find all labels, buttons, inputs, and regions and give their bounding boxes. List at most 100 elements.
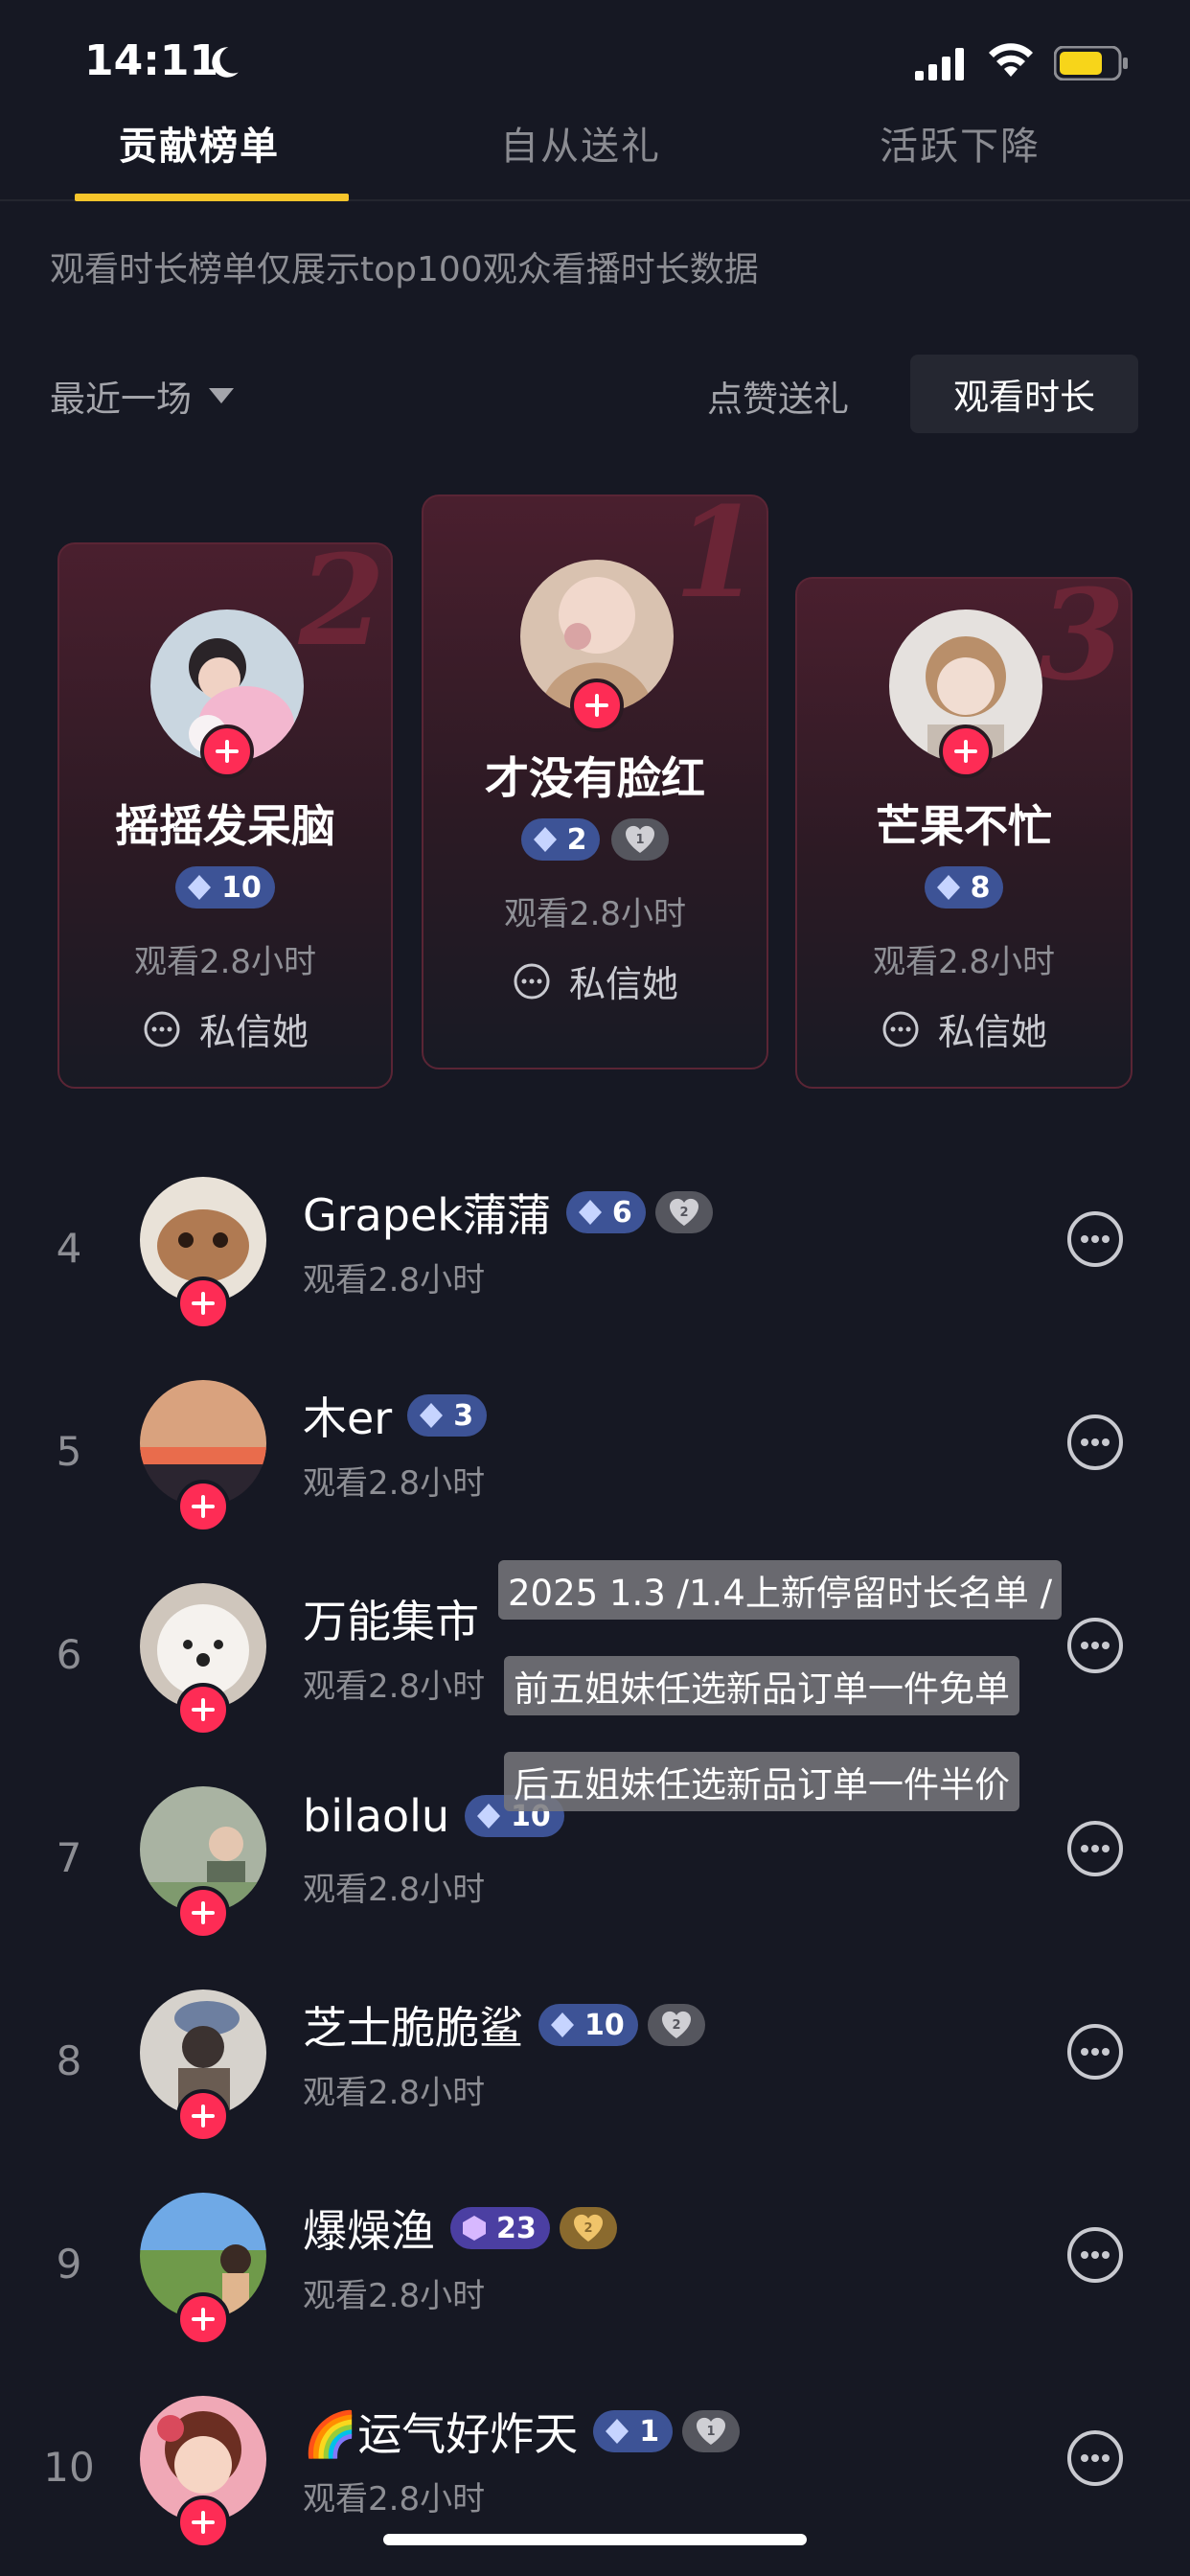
rank-number: 6: [56, 1631, 82, 1678]
message-label: 私信她: [198, 1011, 309, 1053]
follow-button[interactable]: [176, 1276, 230, 1330]
overlay-caption: 后五姐妹任选新品订单一件半价: [504, 1752, 1019, 1811]
diamond-icon: [533, 827, 557, 852]
fan-heart-badge: 1: [611, 818, 670, 861]
viewer-name: 🌈运气好炸天: [303, 2408, 579, 2460]
wifi-icon: [989, 43, 1033, 77]
tab-gifting[interactable]: 自从送礼: [500, 115, 661, 171]
fan-heart-badge: 1: [682, 2410, 741, 2452]
badges: 2 1: [423, 818, 767, 861]
name-line: 🌈运气好炸天 1 1: [303, 2400, 741, 2463]
follow-button[interactable]: [200, 724, 254, 778]
level-badge: 10: [538, 2004, 638, 2046]
viewer-name: 爆燥渔: [303, 2205, 435, 2257]
follow-button[interactable]: [176, 2089, 230, 2143]
list-item[interactable]: 10 🌈运气好炸天 1 1 观看2.8小时: [0, 2396, 1190, 2576]
heart-icon: 1: [626, 825, 655, 853]
list-item[interactable]: 7 bilaolu 10 观看2.8小时: [0, 1786, 1190, 1990]
svg-text:1: 1: [707, 2425, 716, 2439]
message-label: 私信她: [568, 963, 678, 1005]
follow-button[interactable]: [570, 678, 624, 732]
list-item[interactable]: 9 爆燥渔 23 2 观看2.8小时: [0, 2193, 1190, 2396]
overlay-caption: 2025 1.3 /1.4上新停留时长名单 /: [498, 1560, 1063, 1620]
plus-icon: [192, 2511, 215, 2534]
tab-activity-drop[interactable]: 活跃下降: [880, 115, 1041, 171]
level-value: 2: [566, 822, 587, 857]
level-value: 1: [639, 2414, 660, 2449]
plus-icon: [192, 1292, 215, 1315]
diamond-icon: [188, 875, 212, 900]
watch-duration: 观看2.8小时: [303, 2480, 486, 2518]
chat-bubble-icon[interactable]: [1065, 1209, 1125, 1269]
level-badge: 2: [520, 818, 601, 861]
moon-icon: [212, 47, 239, 78]
fan-heart-badge: 2: [654, 1191, 713, 1233]
chat-bubble-icon[interactable]: [1065, 2225, 1125, 2285]
follow-button[interactable]: [176, 1886, 230, 1940]
battery-icon: [1054, 46, 1128, 80]
follow-button[interactable]: [176, 2292, 230, 2346]
watch-duration: 观看2.8小时: [303, 1871, 486, 1909]
chat-bubble-icon[interactable]: [1065, 1413, 1125, 1472]
diamond-icon: [606, 2419, 629, 2444]
heart-icon: 2: [661, 2011, 691, 2038]
list-item[interactable]: 5 木er 3 观看2.8小时: [0, 1380, 1190, 1583]
heart-icon: 1: [697, 2417, 726, 2445]
level-value: 3: [453, 1398, 474, 1433]
viewer-name: 芝士脆脆鲨: [303, 2002, 523, 2054]
rank-number: 7: [56, 1834, 82, 1881]
message-button[interactable]: 私信她: [423, 954, 767, 1007]
viewer-name: 万能集市: [303, 1596, 479, 1647]
name-line: 芝士脆脆鲨 10 2: [303, 1993, 705, 2057]
rank-number: 1: [674, 494, 761, 626]
watch-duration: 观看2.8小时: [303, 1261, 486, 1300]
tab-bar: 贡献榜单 自从送礼 活跃下降: [0, 105, 1190, 201]
chat-bubble-icon: [144, 1011, 180, 1046]
follow-button[interactable]: [176, 2496, 230, 2549]
tab-contribution[interactable]: 贡献榜单: [119, 115, 280, 171]
diamond-icon: [420, 1403, 444, 1428]
podium-card-rank-3: 3 芒果不忙 8 观看2.8小时 私信她: [795, 577, 1133, 1089]
list-item[interactable]: 8 芝士脆脆鲨 10 2 观看2.8小时: [0, 1990, 1190, 2193]
session-filter-label: 最近一场: [50, 379, 192, 420]
name-line: Grapek蒲蒲 6 2: [303, 1181, 713, 1244]
rank-number: 4: [56, 1225, 82, 1272]
podium-card-rank-2: 2 摇摇发呆脑 10 观看2.8小时 私信她: [57, 542, 393, 1089]
plus-icon: [192, 2104, 215, 2128]
svg-text:2: 2: [679, 1206, 688, 1220]
sort-like-gift-button[interactable]: 点赞送礼: [707, 370, 849, 422]
level-value: 10: [584, 2008, 625, 2042]
home-indicator: [383, 2534, 807, 2545]
rank-number: 5: [56, 1428, 82, 1475]
follow-button[interactable]: [176, 1480, 230, 1533]
session-filter-dropdown[interactable]: 最近一场: [50, 370, 234, 422]
name-line: 木er 3: [303, 1384, 488, 1447]
chat-bubble-icon[interactable]: [1065, 1616, 1125, 1675]
name-line: 万能集市: [303, 1587, 485, 1650]
chat-bubble-icon[interactable]: [1065, 2428, 1125, 2488]
badges: 8: [797, 866, 1131, 908]
plus-icon: [585, 694, 608, 717]
sort-watch-time-button[interactable]: 观看时长: [910, 355, 1138, 433]
chat-bubble-icon[interactable]: [1065, 1819, 1125, 1878]
level-value: 23: [496, 2211, 537, 2245]
podium-card-rank-1: 1 才没有脸红 2 1 观看2.8小时 私信她: [422, 494, 768, 1070]
message-button[interactable]: 私信她: [59, 1002, 391, 1055]
svg-text:1: 1: [636, 833, 645, 847]
plus-icon: [192, 1901, 215, 1924]
svg-text:2: 2: [672, 2018, 680, 2033]
level-value: 10: [221, 870, 262, 905]
chat-bubble-icon[interactable]: [1065, 2022, 1125, 2082]
list-item[interactable]: 4 Grapek蒲蒲 6 2 观看2.8小时: [0, 1177, 1190, 1380]
watch-duration: 观看2.8小时: [303, 2277, 486, 2315]
level-badge: 3: [407, 1394, 488, 1437]
overlay-caption: 前五姐妹任选新品订单一件免单: [504, 1656, 1019, 1715]
follow-button[interactable]: [176, 1683, 230, 1736]
level-badge: 1: [593, 2410, 674, 2452]
follow-button[interactable]: [939, 724, 993, 778]
message-button[interactable]: 私信她: [797, 1002, 1131, 1055]
viewer-name: Grapek蒲蒲: [303, 1189, 551, 1241]
level-badge: 6: [565, 1191, 646, 1233]
rank-number: 2: [298, 542, 385, 674]
watch-duration: 观看2.8小时: [303, 1668, 486, 1706]
